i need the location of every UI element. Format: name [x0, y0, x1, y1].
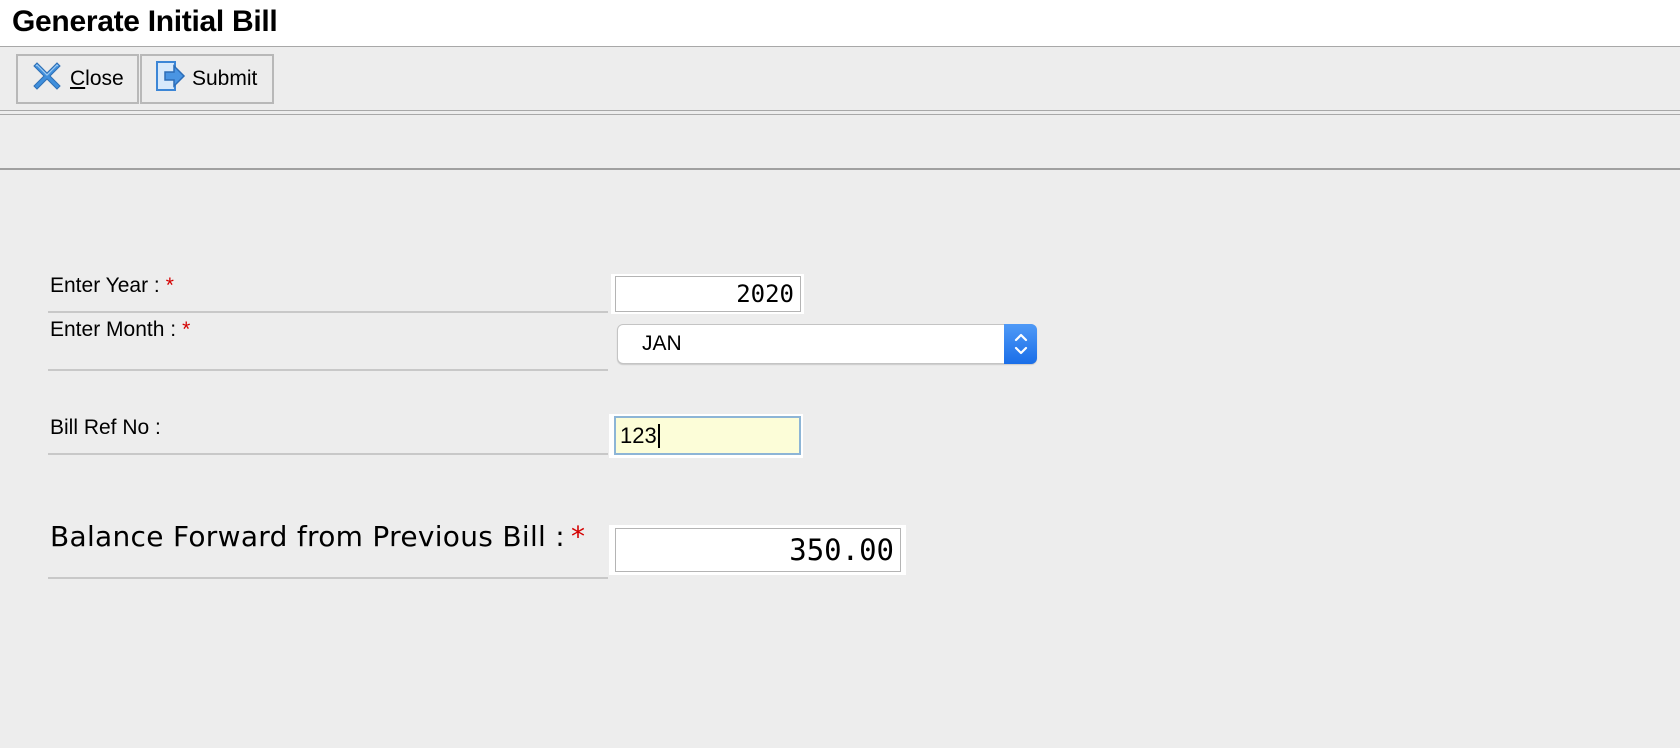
close-x-icon — [30, 59, 64, 99]
year-label-underline — [48, 311, 608, 313]
title-bar: Generate Initial Bill — [0, 0, 1680, 47]
bill-ref-label: Bill Ref No : — [50, 416, 161, 439]
bill-ref-label-underline — [48, 453, 608, 455]
bill-ref-input[interactable]: 123 — [614, 416, 801, 455]
close-button-label: Close — [70, 67, 124, 90]
required-mark: * — [165, 274, 174, 297]
toolbar-divider — [0, 110, 1680, 111]
submit-button[interactable]: Submit — [140, 54, 274, 104]
required-mark: * — [571, 520, 586, 553]
submit-arrow-icon — [154, 59, 186, 99]
window-title: Generate Initial Bill — [12, 5, 278, 38]
text-caret — [657, 423, 660, 448]
bill-ref-input-value: 123 — [620, 422, 657, 448]
chevron-up-down-icon — [1004, 324, 1037, 364]
year-label: Enter Year : * — [50, 274, 174, 297]
month-select[interactable]: JAN — [617, 324, 1037, 364]
month-select-value: JAN — [642, 332, 682, 355]
month-label: Enter Month : * — [50, 318, 191, 341]
submit-button-label: Submit — [192, 67, 258, 90]
year-input[interactable]: 2020 — [615, 276, 801, 312]
required-mark: * — [182, 318, 191, 341]
month-label-underline — [48, 369, 608, 371]
toolbar-divider-lower — [0, 114, 1680, 115]
filter-band — [0, 116, 1680, 170]
balance-forward-label: Balance Forward from Previous Bill : * — [50, 520, 586, 553]
balance-forward-input[interactable]: 350.00 — [615, 528, 901, 572]
balance-forward-label-underline — [48, 577, 608, 579]
close-button[interactable]: Close — [16, 54, 139, 104]
